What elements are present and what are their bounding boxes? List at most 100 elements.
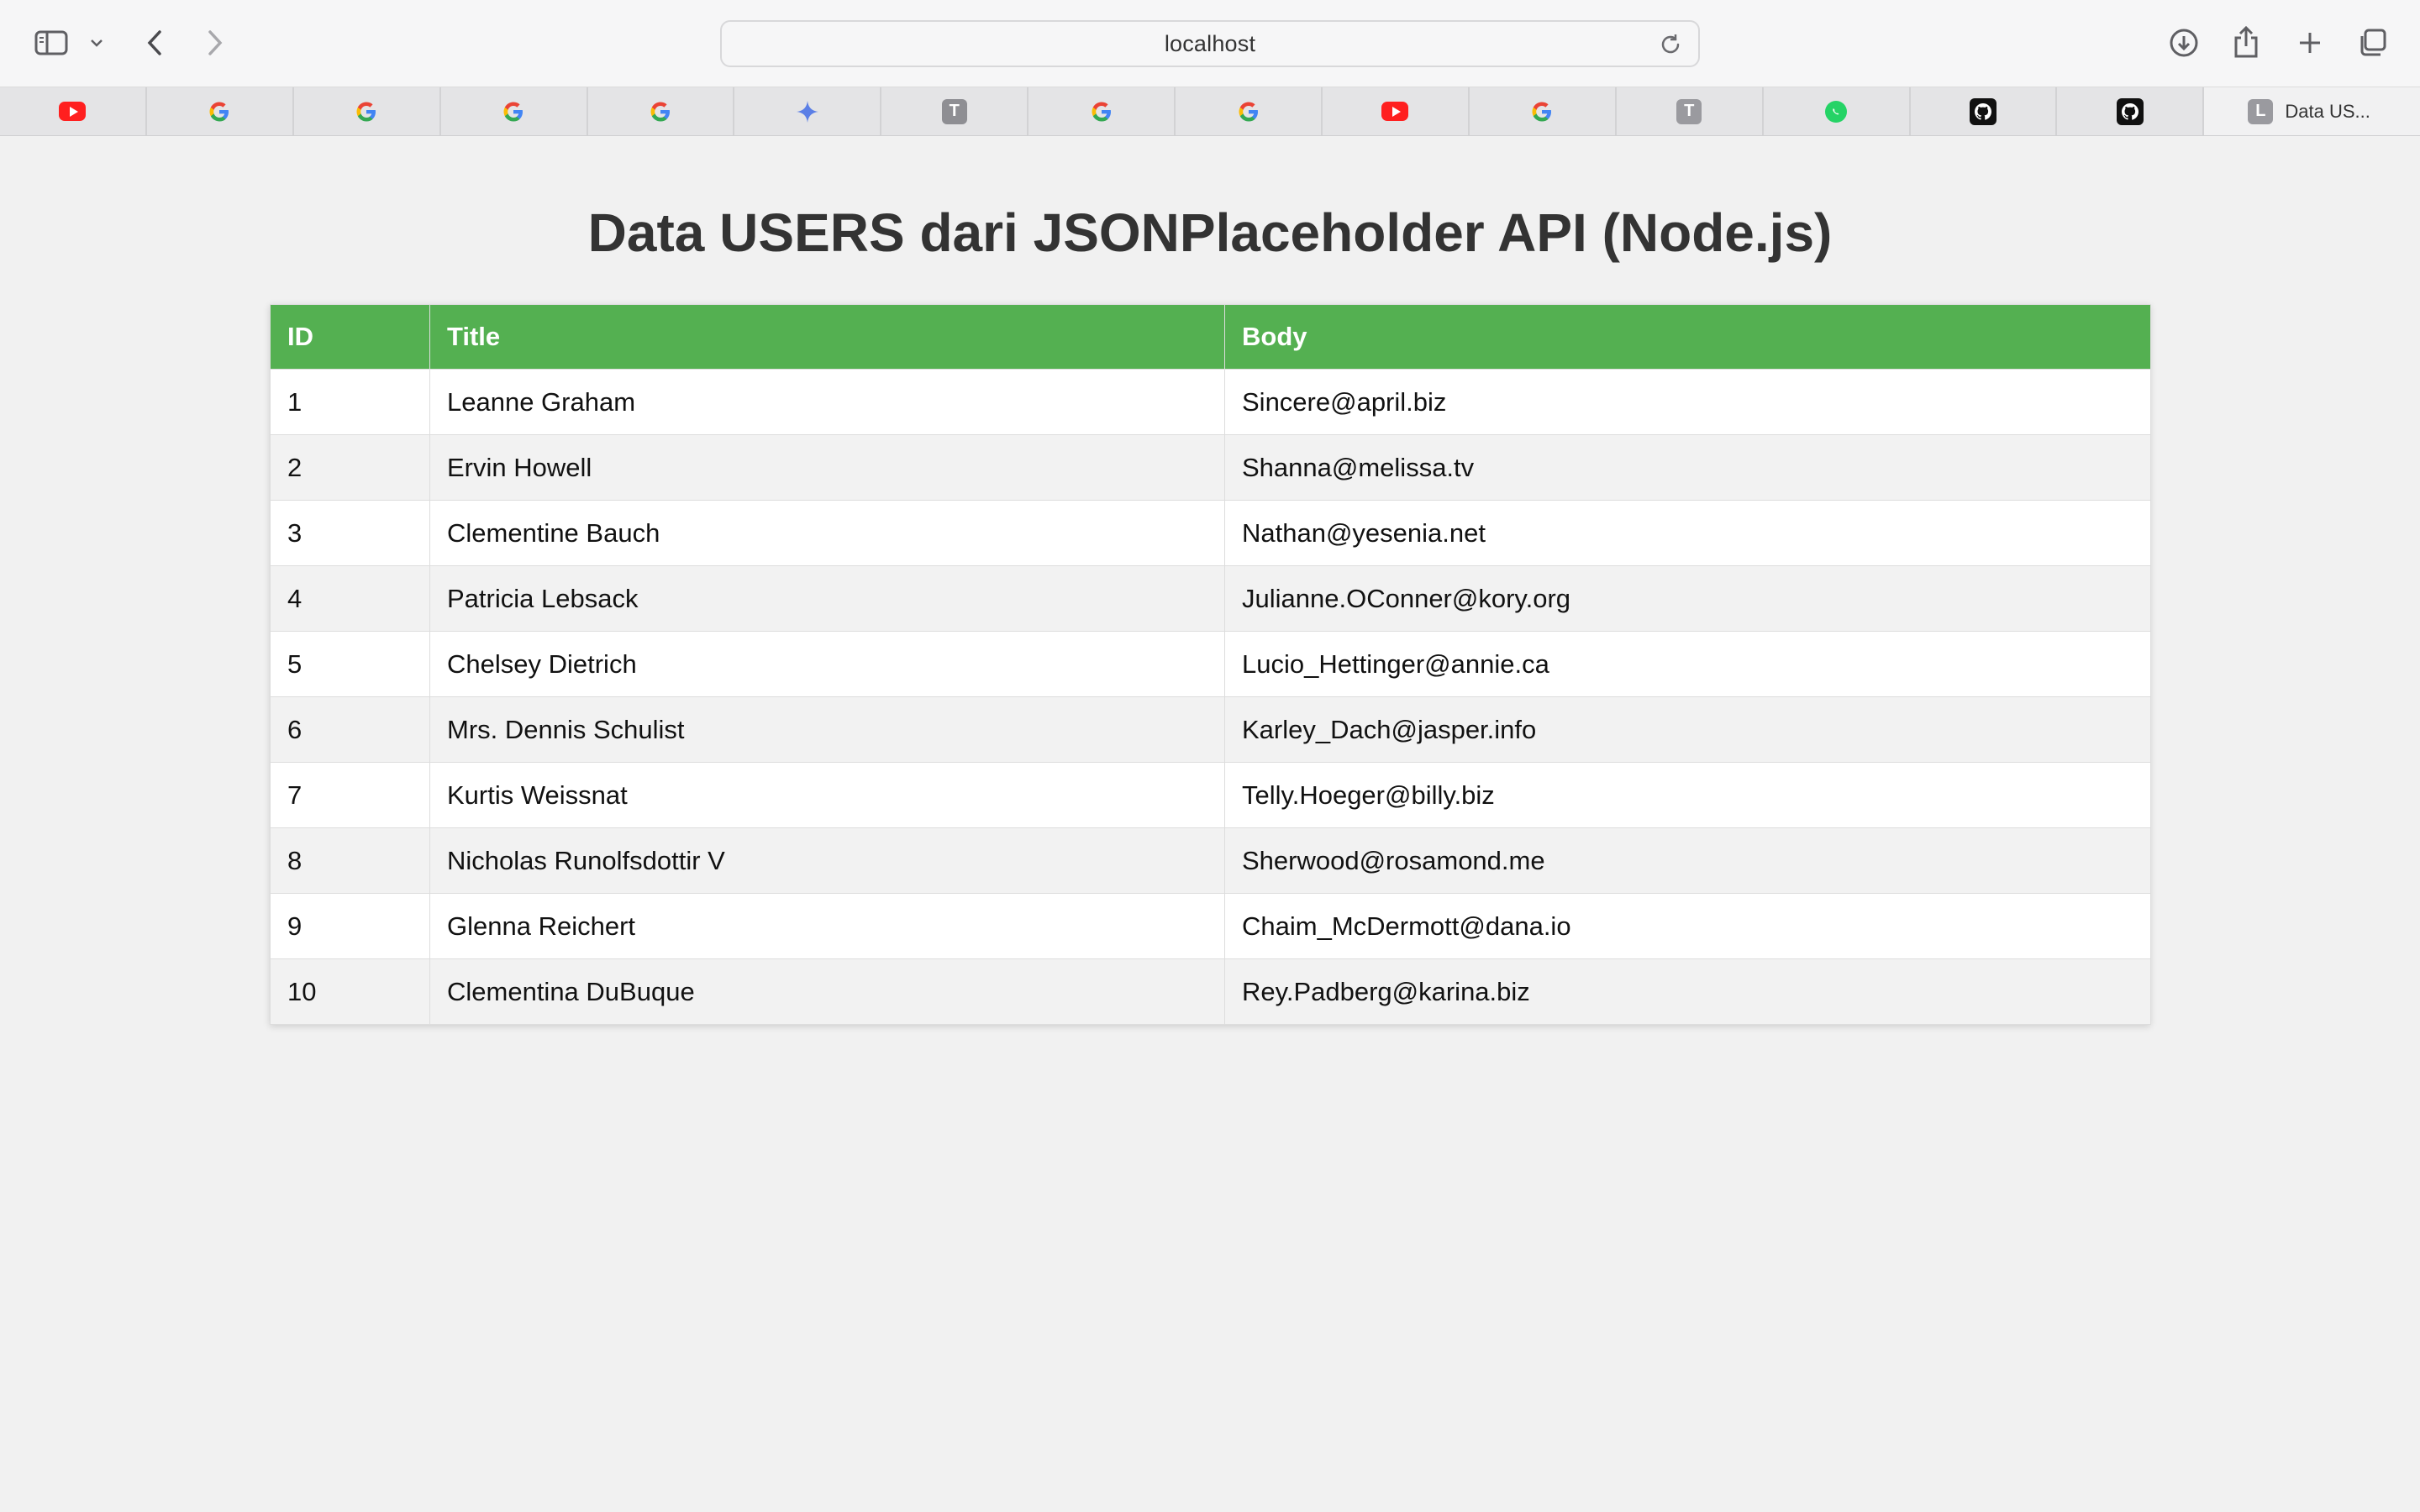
tab-overview-icon <box>2360 29 2386 56</box>
url-text: localhost <box>1164 30 1256 56</box>
share-icon <box>2234 25 2258 58</box>
table-row: 2 Ervin Howell Shanna@melissa.tv <box>270 434 2151 501</box>
cell-title: Chelsey Dietrich <box>429 631 1225 697</box>
users-table-container: ID Title Body 1 Leanne Graham Sincere@ap… <box>270 304 2151 1025</box>
cell-id: 7 <box>270 762 430 828</box>
tab-active-data-users[interactable]: L Data US... <box>2204 87 2420 135</box>
cell-title: Ervin Howell <box>429 434 1225 501</box>
table-row: 6 Mrs. Dennis Schulist Karley_Dach@jaspe… <box>270 696 2151 763</box>
cell-id: 6 <box>270 696 430 763</box>
table-row: 8 Nicholas Runolfsdottir V Sherwood@rosa… <box>270 827 2151 894</box>
chevron-right-icon <box>208 30 223 55</box>
cell-body: Telly.Hoeger@billy.biz <box>1224 762 2151 828</box>
google-icon <box>354 99 379 124</box>
download-icon <box>2170 29 2198 57</box>
tab-google[interactable] <box>441 87 588 135</box>
tab-github[interactable] <box>2057 87 2205 135</box>
tab-github[interactable] <box>1911 87 2058 135</box>
page-content: Data USERS dari JSONPlaceholder API (Nod… <box>0 136 2420 1512</box>
google-icon <box>1089 99 1114 124</box>
cell-id: 5 <box>270 631 430 697</box>
tab-google[interactable] <box>1028 87 1176 135</box>
cell-id: 8 <box>270 827 430 894</box>
letter-t-icon: T <box>1676 98 1702 124</box>
google-icon <box>1529 99 1555 124</box>
chevron-left-icon <box>147 30 161 55</box>
cell-body: Shanna@melissa.tv <box>1224 434 2151 501</box>
cell-title: Mrs. Dennis Schulist <box>429 696 1225 763</box>
table-row: 4 Patricia Lebsack Julianne.OConner@kory… <box>270 565 2151 632</box>
cell-body: Rey.Padberg@karina.biz <box>1224 958 2151 1025</box>
sidebar-menu-chevron[interactable] <box>86 32 108 54</box>
reload-icon[interactable] <box>1658 32 1683 57</box>
tab-letter-t[interactable]: T <box>881 87 1029 135</box>
cell-title: Glenna Reichert <box>429 893 1225 959</box>
tab-google[interactable] <box>147 87 294 135</box>
back-button[interactable] <box>138 25 171 60</box>
tab-youtube[interactable] <box>0 87 147 135</box>
table-row: 1 Leanne Graham Sincere@april.biz <box>270 369 2151 435</box>
sidebar-icon <box>34 30 68 55</box>
tab-whatsapp[interactable] <box>1764 87 1911 135</box>
header-body: Body <box>1224 304 2151 370</box>
tab-google[interactable] <box>1176 87 1323 135</box>
google-icon <box>501 99 526 124</box>
cell-title: Clementina DuBuque <box>429 958 1225 1025</box>
address-bar[interactable]: localhost <box>720 20 1700 67</box>
page-title: Data USERS dari JSONPlaceholder API (Nod… <box>587 202 1833 263</box>
letter-t-icon: T <box>941 98 967 124</box>
new-tab-button[interactable] <box>2292 25 2328 60</box>
cell-body: Nathan@yesenia.net <box>1224 500 2151 566</box>
cell-title: Clementine Bauch <box>429 500 1225 566</box>
chevron-down-icon <box>91 39 103 47</box>
github-icon <box>2116 97 2144 125</box>
whatsapp-icon <box>1825 100 1848 123</box>
table-row: 7 Kurtis Weissnat Telly.Hoeger@billy.biz <box>270 762 2151 828</box>
tab-strip: T T L Data US... <box>0 87 2420 136</box>
cell-body: Karley_Dach@jasper.info <box>1224 696 2151 763</box>
forward-button[interactable] <box>198 25 232 60</box>
table-header-row: ID Title Body <box>270 304 2151 370</box>
tab-overview-button[interactable] <box>2354 25 2390 60</box>
google-icon <box>207 99 232 124</box>
table-row: 9 Glenna Reichert Chaim_McDermott@dana.i… <box>270 893 2151 959</box>
tab-google[interactable] <box>294 87 441 135</box>
cell-body: Sherwood@rosamond.me <box>1224 827 2151 894</box>
tab-google[interactable] <box>1470 87 1617 135</box>
cell-id: 10 <box>270 958 430 1025</box>
cell-title: Kurtis Weissnat <box>429 762 1225 828</box>
cell-body: Sincere@april.biz <box>1224 369 2151 435</box>
google-icon <box>648 99 673 124</box>
table-row: 5 Chelsey Dietrich Lucio_Hettinger@annie… <box>270 631 2151 697</box>
share-button[interactable] <box>2228 24 2264 60</box>
github-icon <box>1970 97 1997 125</box>
sidebar-toggle-button[interactable] <box>32 27 71 59</box>
active-tab-label: Data US... <box>2285 100 2370 122</box>
youtube-icon <box>1381 102 1409 121</box>
tab-letter-t[interactable]: T <box>1617 87 1764 135</box>
cell-body: Julianne.OConner@kory.org <box>1224 565 2151 632</box>
google-icon <box>1236 99 1261 124</box>
cell-body: Lucio_Hettinger@annie.ca <box>1224 631 2151 697</box>
table-row: 3 Clementine Bauch Nathan@yesenia.net <box>270 500 2151 566</box>
cell-body: Chaim_McDermott@dana.io <box>1224 893 2151 959</box>
youtube-icon <box>59 102 87 121</box>
cell-id: 3 <box>270 500 430 566</box>
browser-toolbar: localhost <box>0 0 2420 87</box>
tab-youtube[interactable] <box>1323 87 1470 135</box>
tab-gemini[interactable] <box>734 87 882 135</box>
letter-l-icon: L <box>2248 98 2274 124</box>
cell-id: 1 <box>270 369 430 435</box>
cell-title: Patricia Lebsack <box>429 565 1225 632</box>
header-id: ID <box>270 304 430 370</box>
cell-title: Leanne Graham <box>429 369 1225 435</box>
gemini-icon <box>795 99 820 124</box>
tab-google[interactable] <box>588 87 735 135</box>
users-table: ID Title Body 1 Leanne Graham Sincere@ap… <box>270 304 2151 1025</box>
table-row: 10 Clementina DuBuque Rey.Padberg@karina… <box>270 958 2151 1025</box>
header-title: Title <box>429 304 1225 370</box>
cell-id: 9 <box>270 893 430 959</box>
plus-icon <box>2300 33 2320 53</box>
cell-title: Nicholas Runolfsdottir V <box>429 827 1225 894</box>
downloads-button[interactable] <box>2166 25 2202 60</box>
